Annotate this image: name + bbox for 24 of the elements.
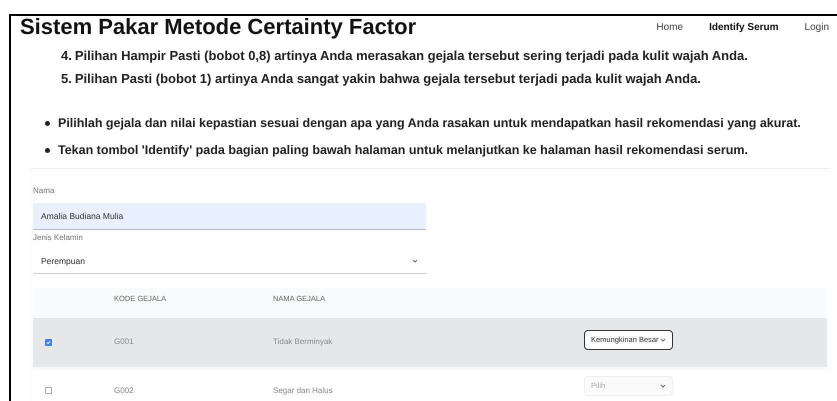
checkbox[interactable]	[45, 338, 52, 346]
list-number: 4.	[61, 47, 72, 65]
field-label: Nama	[33, 184, 56, 196]
chevron-down-icon	[660, 338, 666, 342]
site-title: Sistem Pakar Metode Certainty Factor	[20, 16, 416, 38]
chevron-down-icon	[412, 259, 418, 263]
table-cell-text: G002	[114, 384, 135, 396]
gender-select[interactable]: Perempuan	[33, 250, 426, 274]
note-text: Tekan tombol 'Identify' pada bagian paling bawah halaman untuk melanjutkan ke halaman hasil rekomendasi serum.	[58, 142, 748, 159]
nav-link[interactable]: Home	[656, 20, 684, 34]
bullet-icon	[45, 120, 50, 126]
note-text: Pilihlah gejala dan nilai kepastian sesuai dengan apa yang Anda rasakan untuk mendapatkan hasil rekomendasi yang akurat.	[58, 115, 801, 132]
table-cell-text: G001	[114, 336, 135, 348]
list-number: 5.	[61, 70, 72, 88]
instruction-text: Pilihan Hampir Pasti (bobot 0,8) artinya Anda merasakan gejala tersebut sering terjadi pada kulit wajah Anda.	[74, 47, 748, 65]
table-cell-text: Tidak Berminyak	[273, 336, 334, 348]
nav-link[interactable]: Identify Serum	[709, 20, 779, 34]
name-field[interactable]: Amalia Budiana Mulia	[33, 202, 426, 230]
chevron-down-icon	[660, 384, 666, 388]
nav-link[interactable]: Login	[804, 20, 829, 34]
instruction-text: Pilihan Pasti (bobot 1) artinya Anda sangat yakin bahwa gejala tersebut terjadi pada kulit wajah Anda.	[74, 70, 701, 88]
field-label: Jenis Kelamin	[33, 232, 84, 244]
bullet-icon	[45, 148, 50, 153]
table-cell-text: Segar dan Halus	[273, 384, 334, 396]
